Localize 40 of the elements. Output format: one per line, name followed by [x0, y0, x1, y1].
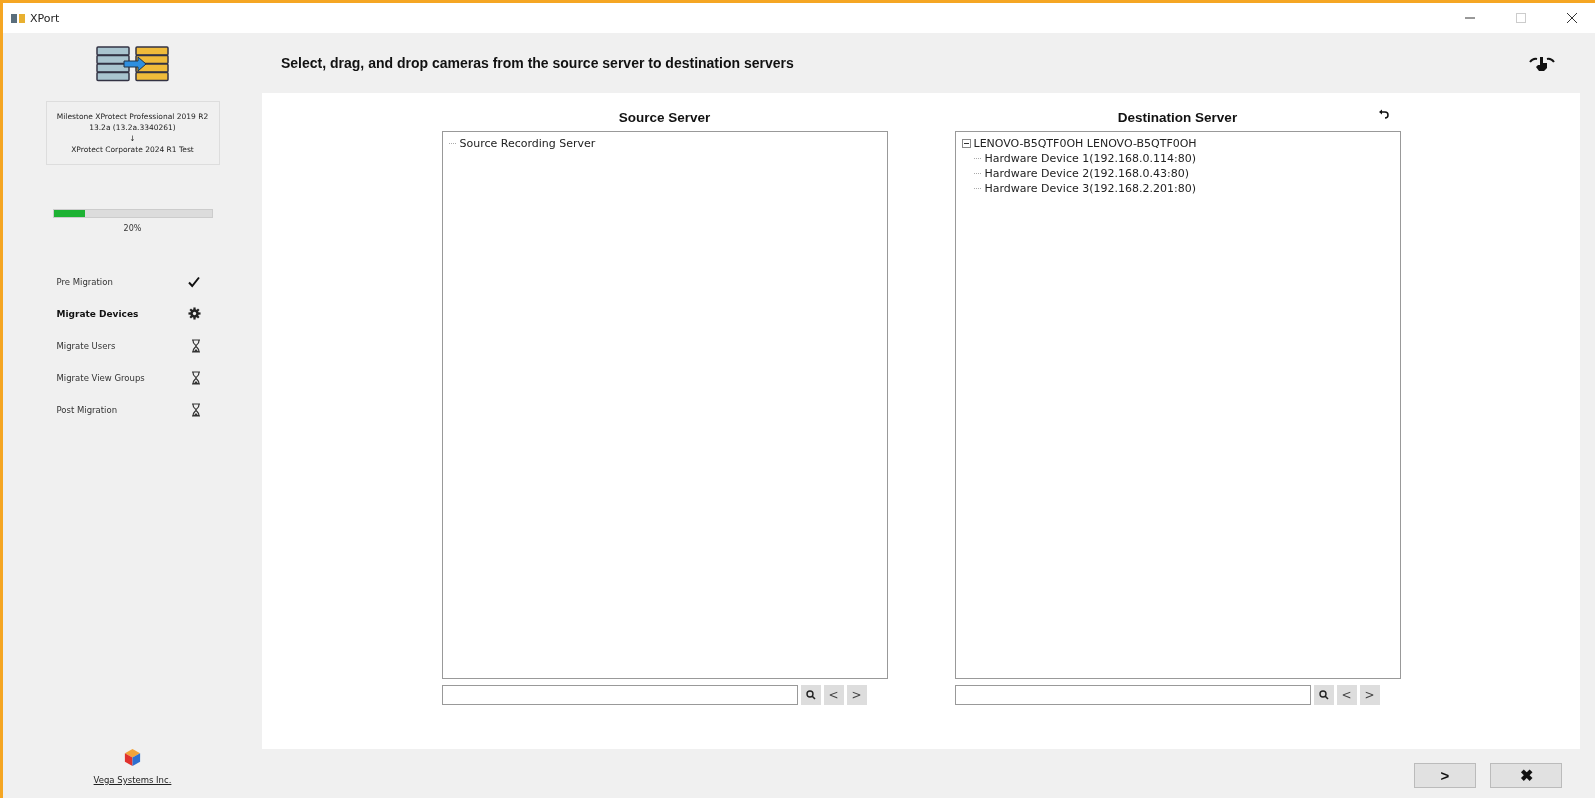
- gear-icon: [187, 307, 201, 320]
- collapse-icon[interactable]: [961, 139, 971, 148]
- drag-hand-icon: [1529, 55, 1555, 71]
- search-icon: [1318, 690, 1329, 700]
- tree-item[interactable]: Hardware Device 3(192.168.2.201:80): [984, 182, 1196, 195]
- previous-button[interactable]: <: [1336, 685, 1357, 705]
- hourglass-icon: [190, 370, 201, 385]
- search-field[interactable]: [954, 685, 1311, 705]
- panel-title: Destination Server: [1117, 109, 1238, 127]
- next-button[interactable]: >: [1359, 685, 1380, 705]
- search-field[interactable]: [441, 685, 798, 705]
- panel-title: Source Server: [618, 109, 711, 127]
- search-icon: [805, 690, 816, 700]
- tree-item[interactable]: Source Recording Server: [459, 137, 596, 150]
- cube-logo-icon: [123, 748, 142, 767]
- server-migration-icon: [95, 46, 170, 82]
- step-label: Migrate Devices: [56, 308, 139, 319]
- hourglass-icon: [190, 338, 201, 353]
- tree-item[interactable]: Hardware Device 2(192.168.0.43:80): [984, 167, 1189, 180]
- hourglass-icon: [190, 402, 201, 417]
- progress-percent: 20%: [123, 224, 142, 233]
- company-link[interactable]: Vega Systems Inc.: [93, 775, 172, 785]
- step-label: Migrate View Groups: [56, 372, 145, 383]
- instruction-text: Select, drag, and drop cameras from the source server to destination servers: [281, 55, 794, 71]
- step-label: Post Migration: [56, 404, 118, 415]
- search-button[interactable]: [800, 685, 821, 705]
- next-button[interactable]: >: [846, 685, 867, 705]
- next-button[interactable]: >: [1414, 762, 1476, 788]
- tree-item[interactable]: Hardware Device 1(192.168.0.114:80): [984, 152, 1196, 165]
- step-label: Migrate Users: [56, 340, 116, 351]
- undo-icon[interactable]: [1378, 109, 1390, 121]
- close-icon[interactable]: [1567, 13, 1577, 23]
- checkmark-icon: [186, 274, 201, 289]
- tree-item[interactable]: LENOVO-B5QTF0OH LENOVO-B5QTF0OH: [973, 137, 1197, 150]
- previous-button[interactable]: <: [823, 685, 844, 705]
- cancel-button[interactable]: ✖: [1490, 762, 1562, 788]
- search-button[interactable]: [1313, 685, 1334, 705]
- app-icon: [11, 13, 25, 23]
- step-label: Pre Migration: [56, 276, 113, 287]
- window-title: XPort: [30, 11, 60, 25]
